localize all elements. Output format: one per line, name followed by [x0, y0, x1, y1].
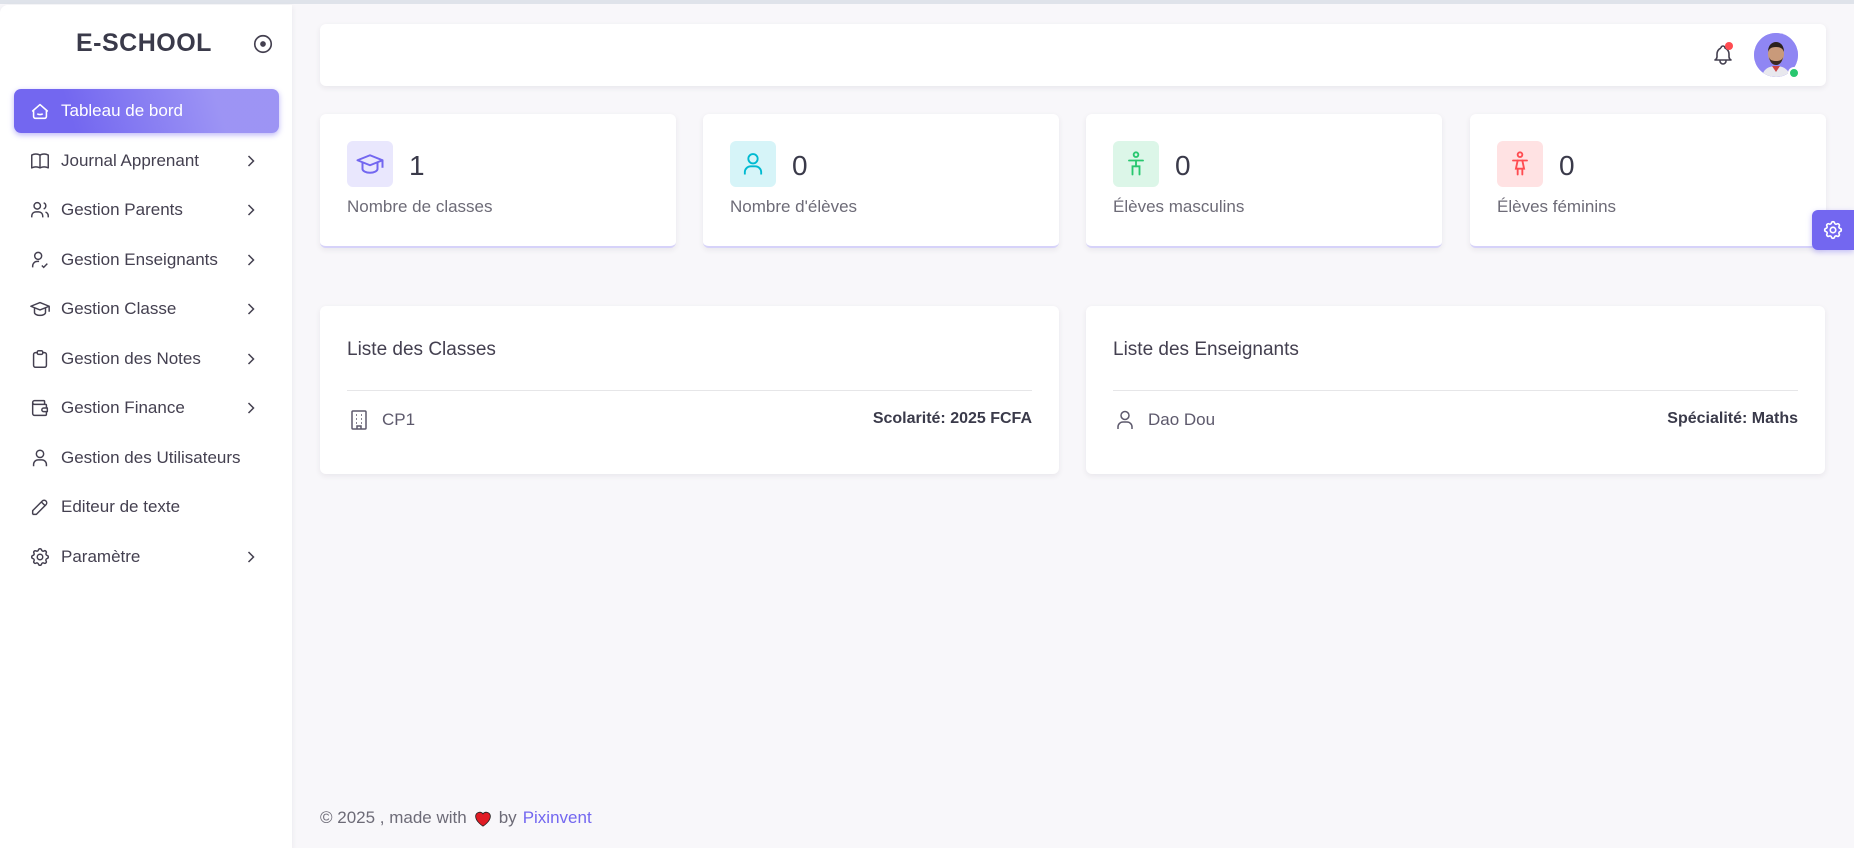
- sidebar-item-gestion-finance[interactable]: Gestion Finance: [14, 386, 279, 430]
- graduation-cap-icon: [30, 301, 50, 317]
- chevron-right-icon: [247, 154, 255, 167]
- chevron-right-icon: [247, 352, 255, 365]
- sidebar-item-gestion-des-utilisateurs[interactable]: Gestion des Utilisateurs: [14, 436, 279, 480]
- settings-icon: [30, 547, 50, 566]
- sidebar-item-editeur-de-texte[interactable]: Editeur de texte: [14, 485, 279, 529]
- stat-label: Élèves féminins: [1497, 197, 1617, 216]
- wallet-icon: [31, 399, 49, 417]
- chevron-right-icon: [247, 204, 255, 216]
- classes-list-card: Liste des Classes CP1 Scolarité: 2025 FC…: [320, 306, 1059, 474]
- user-check-icon: [31, 251, 48, 268]
- settings-icon: [1823, 220, 1843, 240]
- divider: [1113, 390, 1798, 391]
- footer-copyright: © 2025 , made with: [320, 808, 467, 827]
- sidebar-item-parametre[interactable]: Paramètre: [14, 535, 279, 579]
- sidebar-item-gestion-des-notes[interactable]: Gestion des Notes: [14, 337, 279, 381]
- book-icon: [31, 152, 49, 169]
- chevron-right-icon: [247, 402, 255, 414]
- stat-label: Nombre d'élèves: [730, 197, 858, 216]
- stat-icon-box: [1497, 141, 1543, 187]
- stat-card-masculins: 0 Élèves masculins: [1086, 114, 1442, 248]
- heart-icon: [473, 809, 493, 827]
- sidebar-item-gestion-enseignants[interactable]: Gestion Enseignants: [14, 238, 279, 282]
- sidebar: E-SCHOOL Tableau de bord Journal Apprena…: [0, 5, 292, 848]
- customizer-toggle-button[interactable]: [1812, 210, 1854, 250]
- sidebar-item-tableau-de-bord[interactable]: Tableau de bord: [14, 89, 279, 133]
- sidebar-item-gestion-classe[interactable]: Gestion Classe: [14, 287, 279, 331]
- teachers-list-card: Liste des Enseignants Dao Dou Spécialité…: [1086, 306, 1825, 474]
- teacher-speciality: Spécialité: Maths: [1667, 410, 1798, 427]
- footer: © 2025 , made with by Pixinvent: [320, 808, 592, 828]
- card-title: Liste des Enseignants: [1113, 339, 1299, 360]
- chevron-right-icon: [247, 303, 255, 315]
- stat-value: 1: [409, 150, 425, 181]
- sidebar-item-label: Gestion Classe: [61, 299, 177, 318]
- sidebar-item-label: Gestion des Notes: [61, 348, 201, 368]
- notification-badge: [1725, 42, 1733, 50]
- sidebar-item-label: Gestion des Utilisateurs: [61, 447, 241, 467]
- menu-toggle-icon[interactable]: [252, 33, 274, 55]
- top-navbar: [320, 24, 1826, 86]
- stat-icon-box: [1113, 141, 1159, 187]
- brand-logo[interactable]: E-SCHOOL: [76, 29, 212, 58]
- users-icon: [31, 201, 49, 218]
- pencil-icon: [31, 499, 48, 516]
- sidebar-item-label: Paramètre: [61, 546, 141, 566]
- stat-label: Élèves masculins: [1113, 197, 1245, 216]
- sidebar-menu: Tableau de bord Journal Apprenant Gestio…: [14, 89, 279, 584]
- footer-by: by: [498, 808, 517, 827]
- stat-icon-box: [347, 141, 393, 187]
- smart-home-icon: [31, 103, 49, 120]
- online-status-indicator: [1788, 67, 1800, 79]
- divider: [347, 390, 1032, 391]
- sidebar-item-label: Tableau de bord: [61, 101, 183, 120]
- stat-label: Nombre de classes: [347, 197, 493, 216]
- sidebar-item-gestion-parents[interactable]: Gestion Parents: [14, 188, 279, 232]
- chevron-right-icon: [247, 253, 255, 266]
- user-icon: [743, 153, 763, 175]
- graduation-cap-icon: [356, 154, 384, 174]
- stat-card-feminins: 0 Élèves féminins: [1470, 114, 1826, 248]
- class-fee: Scolarité: 2025 FCFA: [872, 410, 1032, 427]
- stat-icon-box: [730, 141, 776, 187]
- stat-value: 0: [1175, 150, 1191, 181]
- man-icon: [1128, 151, 1144, 176]
- stat-value: 0: [792, 150, 808, 181]
- top-border: [0, 0, 1854, 4]
- footer-link-pixinvent[interactable]: Pixinvent: [523, 808, 592, 828]
- user-icon: [1117, 410, 1133, 429]
- sidebar-item-label: Gestion Enseignants: [61, 249, 218, 269]
- sidebar-item-label: Gestion Parents: [61, 200, 183, 219]
- chevron-right-icon: [247, 550, 255, 563]
- card-title: Liste des Classes: [347, 339, 496, 360]
- woman-icon: [1512, 151, 1528, 176]
- class-name[interactable]: CP1: [382, 410, 415, 430]
- stat-card-classes: 1 Nombre de classes: [320, 114, 676, 248]
- stat-value: 0: [1559, 150, 1575, 181]
- sidebar-item-journal-apprenant[interactable]: Journal Apprenant: [14, 139, 279, 183]
- building-icon: [351, 410, 367, 430]
- sidebar-item-label: Journal Apprenant: [61, 150, 199, 170]
- clipboard-icon: [32, 349, 48, 368]
- sidebar-item-label: Editeur de texte: [61, 497, 181, 516]
- stat-card-eleves: 0 Nombre d'élèves: [703, 114, 1059, 248]
- teacher-name[interactable]: Dao Dou: [1148, 410, 1215, 430]
- sidebar-item-label: Gestion Finance: [61, 398, 185, 417]
- user-icon: [32, 448, 48, 466]
